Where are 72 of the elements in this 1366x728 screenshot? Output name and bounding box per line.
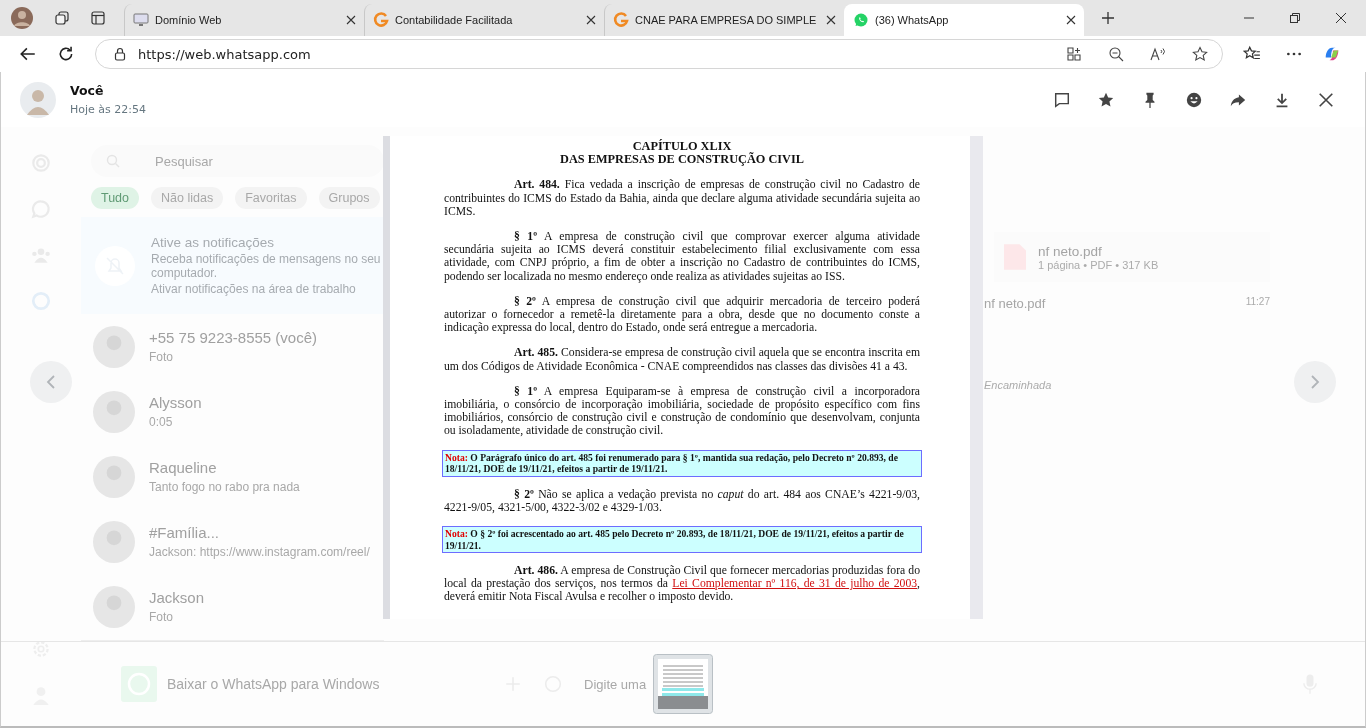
back-icon[interactable] (19, 45, 37, 63)
sender-avatar (20, 81, 56, 118)
tab-actions-icon[interactable] (90, 10, 106, 26)
chat-name: Jackson (149, 589, 205, 606)
article-paragraph: Art. 486. A empresa de Construção Civil que fornecer mercadorias produzidas fora do local da prestação dos serviços, nos termos da Lei Complementar nº 116, de 31 de julho de 2003, deverá emitir Nota Fiscal Avulsa e recolher o imposto devido. (444, 564, 920, 604)
chat-preview: Tanto fogo no rabo pra nada (149, 480, 300, 494)
star-icon[interactable] (1192, 46, 1208, 62)
chapter-heading: DAS EMPRESAS DE CONSTRUÇÃO CIVIL (560, 153, 804, 167)
article-paragraph: § 2º Não se aplica a vedação prevista no caput do art. 484 aos CNAE’s 4221-9/03, 4221-9/05, 4321-5/00, 4322-3/02 e 4329-1/03. (444, 487, 920, 515)
file-meta: 1 página • PDF • 317 KB (1038, 258, 1159, 271)
download-banner-text[interactable]: Baixar o WhatsApp para Windows (167, 675, 380, 692)
browser-tab[interactable]: (36) WhatsApp (844, 4, 1084, 36)
close-icon[interactable] (1317, 90, 1335, 109)
contact-avatar-icon (93, 455, 135, 498)
article-paragraph: Art. 485. Considera-se empresa de construção civil aquela que se encontra inscrita em um dos Códigos de Atividade Econômica - CNAE compreendidos nas classes das divisões 41 a 43. (444, 346, 920, 373)
chat-preview: Jackson: https://www.instagram.com/reel/ (149, 545, 370, 559)
close-icon[interactable] (1066, 15, 1076, 25)
message-time: Hoje às 22:54 (70, 103, 146, 116)
chat-preview: Foto (149, 350, 174, 364)
chat-name: Raqueline (149, 459, 218, 476)
contact-avatar-icon (93, 325, 135, 368)
logo-icon (373, 12, 389, 28)
chat-preview: 0:05 (149, 415, 174, 429)
comment-icon[interactable] (1053, 90, 1071, 109)
contact-avatar-icon (93, 585, 135, 628)
contact-avatar-icon (93, 390, 135, 433)
emoji-icon[interactable] (1185, 90, 1203, 109)
collections-icon[interactable] (54, 10, 70, 26)
message-field[interactable]: Digite uma (584, 676, 647, 692)
lock-icon (114, 47, 126, 61)
chat-name: +55 75 9223-8555 (você) (149, 329, 318, 346)
filter-chip[interactable]: Favoritas (235, 187, 307, 209)
monitor-icon (133, 12, 149, 28)
notice-text: Receba notificações de mensagens no seu computador. (151, 252, 381, 280)
profile-icon[interactable] (10, 6, 34, 30)
chevron-right-icon (1309, 374, 1321, 390)
read-aloud-icon[interactable] (1150, 46, 1166, 62)
message-time: 11:27 (1245, 296, 1270, 309)
chapter-heading: CAPÍTULO XLIX (632, 140, 732, 153)
file-caption: nf neto.pdf (984, 296, 1046, 311)
close-icon[interactable] (586, 15, 596, 25)
notice-title: Ative as notificações (151, 235, 276, 250)
chat-name: #Família... (149, 524, 221, 541)
close-icon[interactable] (346, 15, 356, 25)
file-name: nf neto.pdf (1038, 243, 1103, 259)
copilot-icon[interactable] (1323, 45, 1341, 63)
zoom-out-icon[interactable] (1108, 46, 1124, 62)
refresh-icon[interactable] (57, 45, 75, 63)
article-paragraph: § 1º A empresa de construção civil que comprovar exercer alguma atividade secundária sujeita ao ICMS deverá constituir estabelecimento filial exclusivamente com essa atividade, com CNPJ próprio, a fim de obter a inscrição no Cadastro de contribuintes do ICMS, podendo ser localizada no mesmo endereço onde realiza as atividades sujeitas ao ISS. (444, 230, 920, 283)
document-thumbnail[interactable] (653, 654, 713, 714)
apps-icon[interactable] (1066, 46, 1082, 62)
close-icon[interactable] (1336, 13, 1346, 23)
logo-icon (613, 12, 629, 28)
chat-preview: Foto (149, 610, 174, 624)
sender-name: Você (70, 83, 105, 98)
notice-link[interactable]: Ativar notificações na área de trabalho (151, 282, 381, 296)
filter-chip[interactable]: Grupos (318, 187, 380, 209)
article-paragraph: § 1º A empresa Equiparam-se à empresa de construção civil a incorporadora imobiliária, o consórcio de incorporação imobiliária, sociedade de propósito específico com fins imobiliários, consórcio de construção civil e construção de condomínio que desenvolvam, conjunta ou isoladamente, atividade de construção civil. (444, 384, 920, 438)
contact-avatar-icon (93, 520, 135, 563)
filter-chip[interactable]: Tudo (91, 187, 140, 209)
note-box: Nota: O § 2º foi acrescentado ao art. 485 pelo Decreto nº 20.893, de 18/11/21, DOE de 19/11/21, efeitos a partir de 19/11/21. (442, 526, 922, 554)
note-box: Nota: O Parágrafo único do art. 485 foi renumerado para § 1º, mantida sua redação, pelo Decreto nº 20.893, de 18/11/21, DOE de 19/11/21, efeitos a partir de 19/11/21. (442, 449, 922, 477)
filter-chip[interactable]: Não lidas (151, 187, 224, 209)
article-paragraph: Art. 484. Fica vedada a inscrição de empresas de construção civil no Cadastro de contribuintes do ICMS do Estado da Bahia, ainda que declare alguma atividade secundária sujeita ao ICMS. (444, 178, 920, 218)
restore-icon[interactable] (1290, 13, 1300, 23)
notification-banner[interactable]: Ative as notificações Receba notificações de mensagens no seu computador. Ativar notificações na área de trabalho (81, 217, 384, 314)
forwarded-label: Encaminhada (984, 379, 1052, 391)
chevron-left-icon (45, 374, 57, 390)
article-paragraph: § 2º A empresa de construção civil que adquirir mercadoria de terceiro poderá autorizar o fornecedor a remetê-la diretamente para a obra, desde que no documento conste a indicação expressa do local, dentro do Estado, onde será entregue a mercadoria. (444, 294, 920, 335)
new-tab-icon[interactable] (1100, 10, 1116, 26)
chat-name: Alysson (149, 394, 202, 411)
close-icon[interactable] (826, 15, 836, 25)
